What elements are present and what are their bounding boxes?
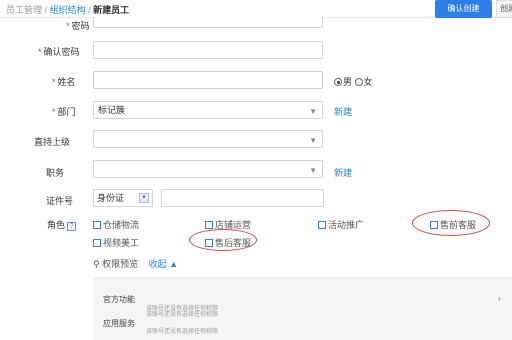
- breadcrumb-section[interactable]: 组织结构: [50, 5, 86, 15]
- chevron-down-icon: ▼: [309, 107, 317, 116]
- collapse-toggle[interactable]: 收起 ▲: [149, 259, 178, 269]
- gender-radio-group: 男 女: [334, 75, 373, 88]
- radio-female[interactable]: [354, 78, 363, 86]
- breadcrumb-separator: /: [44, 5, 48, 15]
- panel-item-note: 该账号还没有选择任何权限: [146, 329, 219, 335]
- role-checkbox-promotion[interactable]: 活动推广: [318, 218, 364, 231]
- department-value: 标记簇: [98, 105, 126, 115]
- password-input[interactable]: [93, 16, 323, 28]
- id-number-label: 证件号: [46, 196, 74, 206]
- role-checkbox-warehouse[interactable]: 仓储物流: [93, 218, 139, 231]
- checkbox[interactable]: [318, 221, 326, 229]
- position-new-link[interactable]: 新建: [334, 166, 352, 179]
- department-select[interactable]: 标记簇 ▼: [93, 101, 323, 119]
- checkbox[interactable]: [93, 239, 101, 247]
- radio-male[interactable]: [334, 78, 342, 86]
- role-checkbox-visual-design[interactable]: 视频美工: [93, 236, 139, 249]
- breadcrumb-current: 新建员工: [93, 5, 130, 15]
- chevron-up-icon: ▲: [169, 259, 179, 269]
- gender-female-option[interactable]: 女: [354, 77, 373, 87]
- highlight-annotation: [412, 210, 490, 236]
- checkbox[interactable]: [205, 221, 213, 229]
- chevron-down-icon[interactable]: ▼: [139, 193, 149, 203]
- chevron-down-icon: ▼: [309, 166, 317, 175]
- confirm-create-button[interactable]: 确认创建: [435, 0, 492, 18]
- name-label: * 姓名: [52, 77, 76, 87]
- help-icon[interactable]: ?: [67, 222, 77, 231]
- gender-male-option[interactable]: 男: [334, 77, 352, 87]
- secondary-create-button[interactable]: 创建: [496, 0, 512, 18]
- highlight-annotation: [189, 229, 257, 251]
- breadcrumb: 员工管理 / 组织结构 / 新建员工: [6, 3, 129, 16]
- permission-preview-label: 权限预览: [102, 259, 139, 269]
- panel-item-note: 该账号还没有选择任何权限: [146, 312, 219, 318]
- panel-item-title: 应用服务: [103, 319, 135, 328]
- chevron-down-icon: ▼: [309, 136, 317, 145]
- password-label: * 密码: [66, 21, 90, 31]
- id-number-input[interactable]: [161, 189, 324, 207]
- confirm-password-label: * 确认密码: [38, 47, 80, 57]
- id-type-value: 身份证: [97, 193, 125, 203]
- chevron-right-icon[interactable]: ›: [498, 294, 501, 303]
- confirm-password-input[interactable]: [93, 41, 323, 59]
- department-label: * 部门: [52, 107, 76, 117]
- breadcrumb-root[interactable]: 员工管理: [6, 5, 42, 15]
- permission-preview: ⚲ 权限预览 收起 ▲: [93, 257, 178, 270]
- supervisor-label: 直持上级: [34, 137, 71, 147]
- position-select[interactable]: ▼: [93, 160, 323, 178]
- breadcrumb-separator: /: [88, 5, 91, 15]
- panel-item-title: 官方功能: [103, 295, 135, 304]
- search-icon: ⚲: [93, 259, 100, 269]
- supervisor-select[interactable]: ▼: [93, 130, 323, 148]
- name-input[interactable]: [93, 71, 323, 89]
- department-new-link[interactable]: 新建: [334, 105, 352, 118]
- checkbox[interactable]: [93, 221, 101, 229]
- roles-label: 角色?: [47, 218, 77, 231]
- position-label: 职务: [46, 168, 65, 178]
- id-type-select[interactable]: 身份证 ▼: [93, 189, 153, 207]
